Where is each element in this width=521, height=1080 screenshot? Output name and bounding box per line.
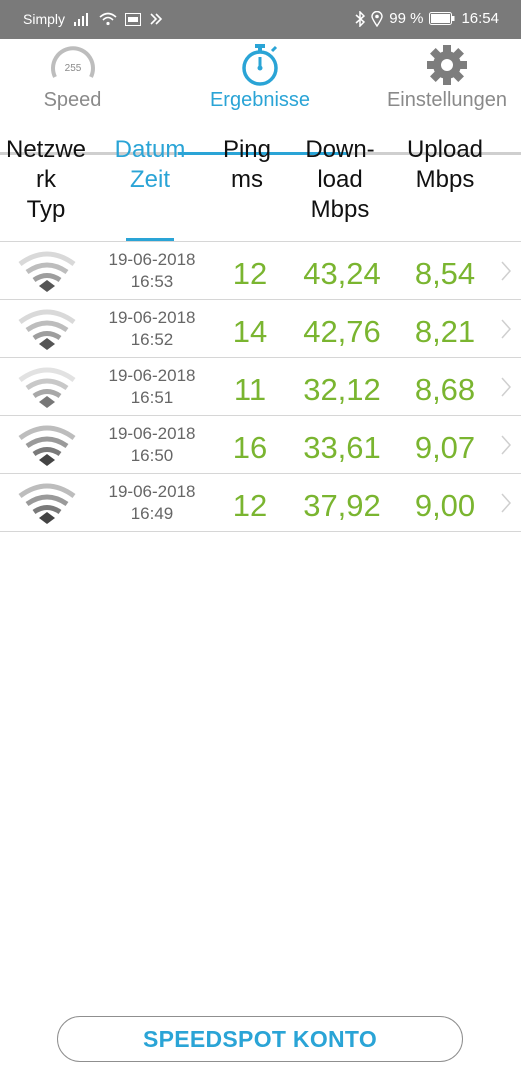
result-datetime: 19-06-2018 16:50 [108, 424, 196, 465]
result-ping: 11 [233, 372, 267, 407]
bluetooth-icon [355, 10, 366, 27]
result-row[interactable]: 19-06-2018 16:49 12 37,92 9,00 [0, 474, 521, 532]
result-ping: 12 [232, 488, 268, 523]
tab-bar: 255 Speed Ergebnisse Einstellungen [0, 39, 521, 155]
wifi-network-icon [18, 367, 76, 408]
result-row[interactable]: 19-06-2018 16:51 11 32,12 8,68 [0, 358, 521, 416]
column-network-type[interactable]: Netzwe rk Typ [0, 135, 92, 225]
chevron-right-icon [501, 261, 512, 281]
result-ping: 14 [232, 314, 268, 349]
status-bar: Simply 99 % 16:54 [0, 0, 521, 39]
result-row[interactable]: 19-06-2018 16:50 16 33,61 9,07 [0, 416, 521, 474]
result-ping: 16 [232, 430, 268, 465]
location-icon [371, 10, 383, 27]
tab-results[interactable]: Ergebnisse [200, 39, 320, 117]
wifi-network-icon [18, 309, 76, 350]
column-upload[interactable]: Upload Mbps [395, 135, 495, 195]
speedspot-account-button[interactable]: SPEEDSPOT KONTO [57, 1016, 463, 1062]
results-table-header: Netzwe rk Typ Datum Zeit Ping ms Down-load Mb… [0, 117, 521, 242]
tab-speed[interactable]: 255 Speed [20, 39, 125, 117]
result-upload: 9,07 [414, 430, 476, 465]
results-list: 19-06-2018 16:53 12 43,24 8,54 19-06-2018… [0, 241, 521, 532]
signal-icon [74, 13, 89, 26]
result-datetime: 19-06-2018 16:51 [108, 366, 196, 407]
wifi-network-icon [18, 251, 76, 292]
chevron-right-icon [501, 377, 512, 397]
speedometer-icon: 255 [50, 46, 95, 78]
column-ping[interactable]: Ping ms [210, 135, 284, 195]
result-row[interactable]: 19-06-2018 16:53 12 43,24 8,54 [0, 242, 521, 300]
tab-speed-label: Speed [43, 89, 102, 111]
result-datetime: 19-06-2018 16:53 [108, 250, 196, 291]
result-row[interactable]: 19-06-2018 16:52 14 42,76 8,21 [0, 300, 521, 358]
notification-icon [150, 13, 163, 25]
column-date-time[interactable]: Datum Zeit [100, 135, 200, 195]
result-upload: 8,68 [414, 372, 476, 407]
clock: 16:54 [461, 10, 499, 27]
wifi-network-icon [18, 425, 76, 466]
tab-results-label: Ergebnisse [209, 89, 311, 111]
chevron-right-icon [501, 435, 512, 455]
tab-settings[interactable]: Einstellungen [372, 39, 521, 117]
wifi-status-icon [99, 12, 117, 26]
battery-icon [429, 12, 455, 25]
ntv-app-icon [125, 12, 142, 26]
column-download[interactable]: Down-load Mbps [290, 135, 390, 225]
battery-percent: 99 % [389, 10, 424, 27]
gauge-value: 255 [64, 63, 81, 74]
result-download: 37,92 [303, 488, 381, 523]
gear-icon [427, 45, 467, 85]
result-download: 32,12 [303, 372, 381, 407]
result-upload: 8,21 [414, 314, 476, 349]
tab-settings-label: Einstellungen [386, 89, 508, 111]
carrier-name: Simply [23, 11, 66, 27]
result-datetime: 19-06-2018 16:49 [108, 482, 196, 523]
result-upload: 8,54 [414, 256, 476, 291]
result-datetime: 19-06-2018 16:52 [108, 308, 196, 349]
result-ping: 12 [232, 256, 268, 291]
result-download: 33,61 [303, 430, 381, 465]
result-upload: 9,00 [414, 488, 476, 523]
stopwatch-icon [242, 44, 278, 86]
wifi-network-icon [18, 483, 76, 524]
result-download: 43,24 [303, 256, 381, 291]
result-download: 42,76 [303, 314, 381, 349]
chevron-right-icon [501, 493, 512, 513]
chevron-right-icon [501, 319, 512, 339]
